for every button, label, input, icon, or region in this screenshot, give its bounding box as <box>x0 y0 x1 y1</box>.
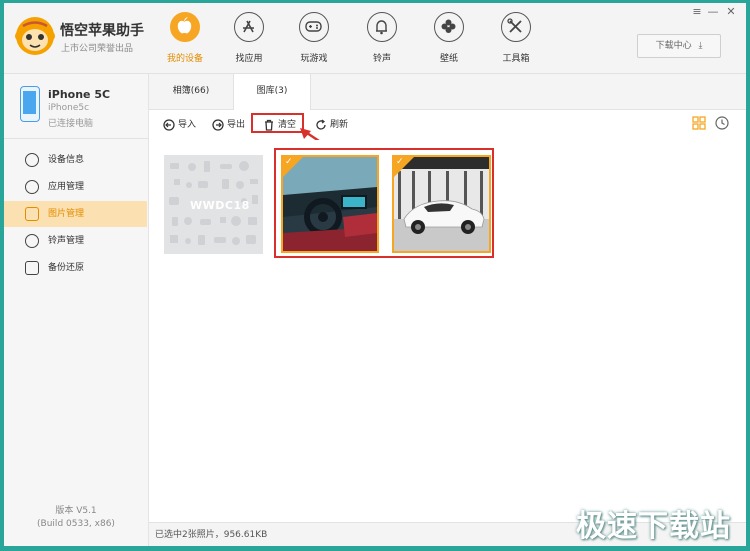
import-button[interactable]: 导入 <box>163 117 196 133</box>
nav-label: 工具箱 <box>502 54 530 64</box>
import-icon <box>163 118 175 131</box>
app-window: 悟空苹果助手 上市公司荣誉出品 我的设备 找应用 玩游戏 铃声 壁纸 工具箱 ≡… <box>4 3 746 546</box>
watermark: 极速下载站 <box>576 509 731 544</box>
top-bar: 悟空苹果助手 上市公司荣誉出品 我的设备 找应用 玩游戏 铃声 壁纸 工具箱 ≡… <box>4 3 746 74</box>
app-store-icon <box>234 12 264 42</box>
device-card: iPhone 5C iPhone5c 已连接电脑 <box>4 74 148 139</box>
app-subtitle: 上市公司荣誉出品 <box>61 44 134 54</box>
monkey-logo-icon <box>15 17 55 55</box>
sidebar-item-image-management[interactable]: 图片管理 <box>4 201 147 227</box>
nav-play-games[interactable]: 玩游戏 <box>282 12 346 70</box>
minimize-button[interactable]: — <box>706 5 720 18</box>
tab-albums[interactable]: 相簿(66) <box>153 74 229 109</box>
gamepad-icon <box>299 12 329 42</box>
sidebar-item-label: 设备信息 <box>48 155 85 165</box>
clover-icon <box>434 12 464 42</box>
bell-icon <box>367 12 397 42</box>
grid-view-icon[interactable] <box>692 116 706 130</box>
info-icon <box>25 153 39 167</box>
nav-label: 铃声 <box>372 54 391 64</box>
app-title: 悟空苹果助手 <box>60 23 144 39</box>
export-button[interactable]: 导出 <box>212 117 245 133</box>
sidebar-item-label: 应用管理 <box>48 182 85 192</box>
nav-toolbox[interactable]: 工具箱 <box>484 12 548 70</box>
clock-view-icon[interactable] <box>715 116 729 130</box>
sidebar-item-label: 备份还原 <box>48 263 85 273</box>
nav-label: 我的设备 <box>166 54 203 64</box>
tools-icon <box>501 12 531 42</box>
image-icon <box>25 207 39 221</box>
download-center-button[interactable]: 下载中心 ⤓ <box>637 34 721 58</box>
app-icon <box>25 180 39 194</box>
download-center-label: 下载中心 <box>655 41 692 51</box>
close-button[interactable]: ✕ <box>724 5 738 18</box>
version-info: 版本 V5.1 (Build 0533, x86) <box>4 505 148 531</box>
apple-icon <box>170 12 200 42</box>
sidebar-item-app-management[interactable]: 应用管理 <box>4 174 147 200</box>
tab-gallery[interactable]: 图库(3) <box>233 74 311 110</box>
nav-find-apps[interactable]: 找应用 <box>217 12 281 70</box>
toolbar: 导入 导出 清空 刷新 <box>149 110 746 140</box>
version-label: 版本 V5.1 <box>55 506 97 516</box>
nav-label: 找应用 <box>235 54 263 64</box>
export-label: 导出 <box>227 120 246 130</box>
download-icon: ⤓ <box>698 41 703 51</box>
menu-button[interactable]: ≡ <box>690 5 704 18</box>
phone-icon <box>20 86 40 122</box>
bell-icon <box>25 234 39 248</box>
nav-wallpapers[interactable]: 壁纸 <box>417 12 481 70</box>
device-model: iPhone5c <box>48 103 90 113</box>
nav-ringtones[interactable]: 铃声 <box>350 12 414 70</box>
nav-label: 玩游戏 <box>300 54 328 64</box>
sidebar: iPhone 5C iPhone5c 已连接电脑 设备信息 应用管理 图片管理 … <box>4 74 149 546</box>
nav-label: 壁纸 <box>439 54 458 64</box>
sidebar-item-device-info[interactable]: 设备信息 <box>4 147 147 173</box>
sidebar-item-label: 铃声管理 <box>48 236 85 246</box>
wwdc-caption: WWDC18 <box>190 199 250 212</box>
import-label: 导入 <box>178 120 197 130</box>
tab-bar: 相簿(66) 图库(3) <box>149 74 746 110</box>
sidebar-item-label: 图片管理 <box>48 209 85 219</box>
nav-my-device[interactable]: 我的设备 <box>153 12 217 70</box>
device-name: iPhone 5C <box>48 88 111 101</box>
selection-highlight-box <box>274 148 494 258</box>
export-icon <box>212 118 224 131</box>
backup-icon <box>25 261 39 275</box>
device-status: 已连接电脑 <box>48 119 94 129</box>
build-label: (Build 0533, x86) <box>37 519 115 529</box>
sidebar-item-backup-restore[interactable]: 备份还原 <box>4 255 147 281</box>
sidebar-item-ringtone-management[interactable]: 铃声管理 <box>4 228 147 254</box>
photo-wwdc-wallpaper[interactable]: WWDC18 <box>164 155 263 254</box>
